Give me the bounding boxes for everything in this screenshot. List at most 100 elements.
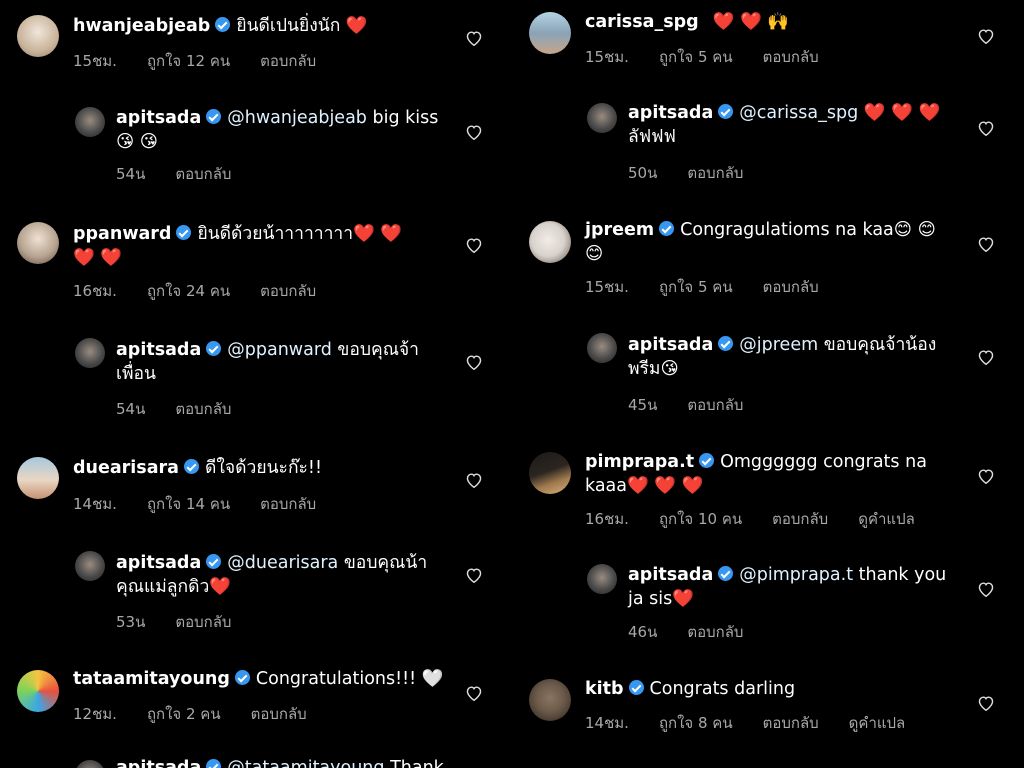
see-translation-link[interactable]: ดูคำแปล xyxy=(858,510,915,528)
avatar[interactable] xyxy=(529,452,571,494)
mention-link[interactable]: @jpreem xyxy=(739,335,818,355)
verified-badge-icon xyxy=(659,221,675,236)
like-heart-icon[interactable] xyxy=(465,30,483,46)
avatar[interactable] xyxy=(17,222,59,264)
username[interactable]: ppanward xyxy=(73,224,171,244)
avatar[interactable] xyxy=(587,564,617,594)
verified-badge-icon xyxy=(206,554,222,569)
comment-time: 45น xyxy=(628,396,658,414)
left-column: hwanjeabjeab ยินดีเปนยิ่งนัก ❤️ 15ชม. ถูกใ… xyxy=(0,0,512,768)
like-heart-icon[interactable] xyxy=(465,472,483,488)
username[interactable]: duearisara xyxy=(73,458,179,478)
username[interactable]: jpreem xyxy=(585,220,654,240)
right-column: carissa_spg ❤️ ❤️ 🙌 15ชม. ถูกใจ 5 คน ตอบกลั… xyxy=(512,0,1024,768)
likes-count[interactable]: ถูกใจ 5 คน xyxy=(659,278,733,296)
avatar[interactable] xyxy=(17,457,59,499)
avatar[interactable] xyxy=(587,333,617,363)
comment-time: 14ชม. xyxy=(73,495,117,513)
comment-text: Congragulatioms na kaa😊 😊 xyxy=(680,220,936,240)
likes-count[interactable]: ถูกใจ 8 คน xyxy=(659,714,733,732)
reply-button[interactable]: ตอบกลับ xyxy=(251,705,307,723)
avatar[interactable] xyxy=(17,670,59,712)
verified-badge-icon xyxy=(718,566,734,581)
like-heart-icon[interactable] xyxy=(465,685,483,701)
username[interactable]: apitsada xyxy=(628,335,713,355)
like-heart-icon[interactable] xyxy=(977,28,995,44)
comment-text: ❤️ ❤️ 🙌 xyxy=(712,12,790,32)
like-heart-icon[interactable] xyxy=(977,468,995,484)
comment-text-line2: kaaa❤️ ❤️ ❤️ xyxy=(585,476,704,496)
username[interactable]: kitb xyxy=(585,679,624,699)
reply-button[interactable]: ตอบกลับ xyxy=(175,400,231,418)
reply-button[interactable]: ตอบกลับ xyxy=(763,48,819,66)
verified-badge-icon xyxy=(718,104,734,119)
comment-time: 15ชม. xyxy=(585,48,629,66)
verified-badge-icon xyxy=(215,17,231,32)
reply-button[interactable]: ตอบกลับ xyxy=(260,282,316,300)
comment-time: 54น xyxy=(116,165,146,183)
like-heart-icon[interactable] xyxy=(977,581,995,597)
reply-button[interactable]: ตอบกลับ xyxy=(260,52,316,70)
like-heart-icon[interactable] xyxy=(977,349,995,365)
likes-count[interactable]: ถูกใจ 2 คน xyxy=(147,705,221,723)
username[interactable]: pimprapa.t xyxy=(585,452,694,472)
reply-button[interactable]: ตอบกลับ xyxy=(175,165,231,183)
avatar[interactable] xyxy=(75,760,105,768)
see-translation-link[interactable]: ดูคำแปล xyxy=(849,714,906,732)
like-heart-icon[interactable] xyxy=(465,124,483,140)
comment-text: big kiss xyxy=(366,108,439,128)
comment-text: ดีใจด้วยนะก๊ะ!! xyxy=(204,458,322,478)
username[interactable]: hwanjeabjeab xyxy=(73,16,210,36)
reply-button[interactable]: ตอบกลับ xyxy=(687,164,743,182)
reply-button[interactable]: ตอบกลับ xyxy=(260,495,316,513)
reply-button[interactable]: ตอบกลับ xyxy=(772,510,828,528)
avatar[interactable] xyxy=(17,15,59,57)
username[interactable]: apitsada xyxy=(116,108,201,128)
like-heart-icon[interactable] xyxy=(465,567,483,583)
mention-link[interactable]: @duearisara xyxy=(227,553,338,573)
avatar[interactable] xyxy=(529,679,571,721)
likes-count[interactable]: ถูกใจ 14 คน xyxy=(147,495,230,513)
reply-button[interactable]: ตอบกลับ xyxy=(687,396,743,414)
mention-link[interactable]: @tataamitayoung xyxy=(227,758,384,768)
comment-time: 12ชม. xyxy=(73,705,117,723)
likes-count[interactable]: ถูกใจ 12 คน xyxy=(147,52,230,70)
username[interactable]: apitsada xyxy=(116,553,201,573)
comment-text: ยินดีเปนยิ่งนัก ❤️ xyxy=(236,16,368,36)
avatar[interactable] xyxy=(587,103,617,133)
mention-link[interactable]: @pimprapa.t xyxy=(739,565,853,585)
comment-text-line2: ลัฟฟฟ xyxy=(628,127,676,147)
comment-time: 54น xyxy=(116,400,146,418)
like-heart-icon[interactable] xyxy=(465,354,483,370)
username[interactable]: tataamitayoung xyxy=(73,669,230,689)
comment-time: 15ชม. xyxy=(585,278,629,296)
username[interactable]: apitsada xyxy=(628,103,713,123)
avatar[interactable] xyxy=(529,12,571,54)
username[interactable]: apitsada xyxy=(116,340,201,360)
reply-button[interactable]: ตอบกลับ xyxy=(687,623,743,641)
comment-text: Congratulations!!! 🤍 xyxy=(255,669,444,689)
mention-link[interactable]: @carissa_spg xyxy=(739,103,858,123)
avatar[interactable] xyxy=(75,338,105,368)
comment-text-line2: เพื่อน xyxy=(116,364,156,384)
reply-button[interactable]: ตอบกลับ xyxy=(763,278,819,296)
verified-badge-icon xyxy=(206,341,222,356)
likes-count[interactable]: ถูกใจ 24 คน xyxy=(147,282,230,300)
username[interactable]: apitsada xyxy=(116,758,201,768)
like-heart-icon[interactable] xyxy=(977,236,995,252)
avatar[interactable] xyxy=(75,107,105,137)
username[interactable]: apitsada xyxy=(628,565,713,585)
reply-button[interactable]: ตอบกลับ xyxy=(763,714,819,732)
mention-link[interactable]: @ppanward xyxy=(227,340,332,360)
likes-count[interactable]: ถูกใจ 10 คน xyxy=(659,510,742,528)
reply-button[interactable]: ตอบกลับ xyxy=(175,613,231,631)
avatar[interactable] xyxy=(529,221,571,263)
mention-link[interactable]: @hwanjeabjeab xyxy=(227,108,367,128)
like-heart-icon[interactable] xyxy=(977,695,995,711)
comment-text-line2: ❤️ ❤️ xyxy=(73,248,123,268)
avatar[interactable] xyxy=(75,551,105,581)
like-heart-icon[interactable] xyxy=(977,120,995,136)
username[interactable]: carissa_spg xyxy=(585,12,699,32)
likes-count[interactable]: ถูกใจ 5 คน xyxy=(659,48,733,66)
like-heart-icon[interactable] xyxy=(465,237,483,253)
